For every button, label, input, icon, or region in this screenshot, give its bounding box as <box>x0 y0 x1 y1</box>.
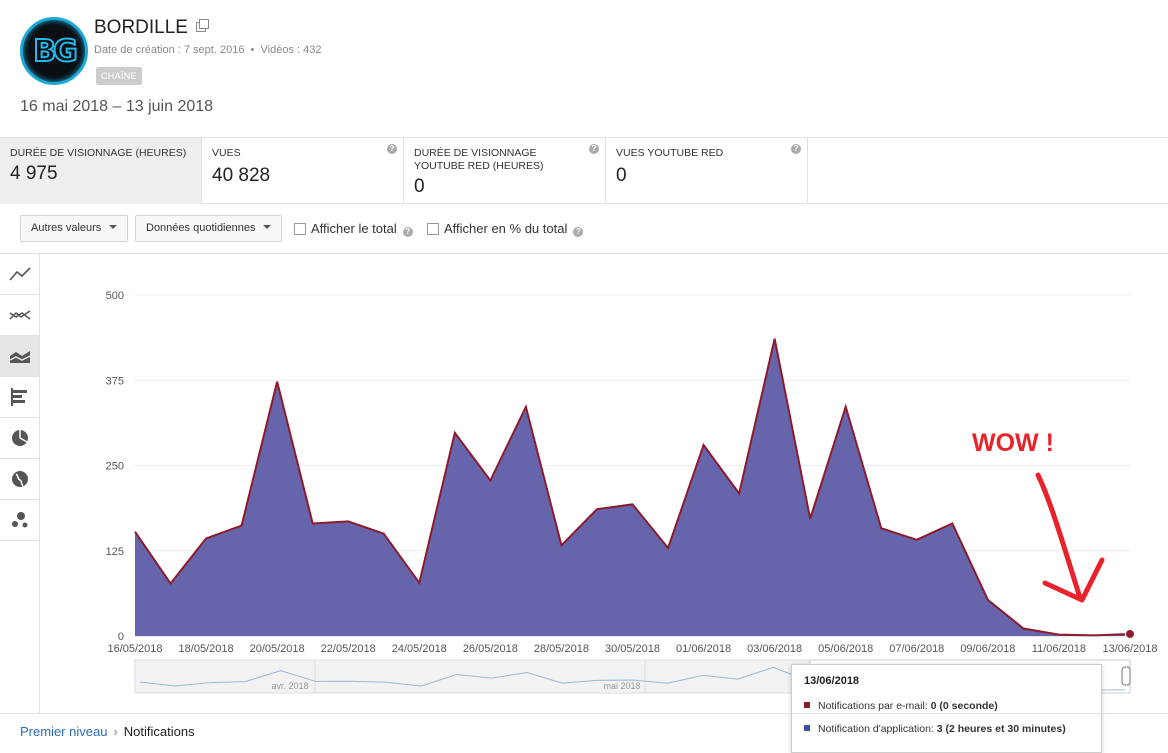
breadcrumb-root-link[interactable]: Premier niveau <box>20 724 107 739</box>
tooltip-email-value: 0 (0 seconde) <box>930 700 998 712</box>
data-point <box>1125 628 1135 639</box>
x-tick-label: 28/05/2018 <box>534 643 589 655</box>
data-points <box>1125 628 1135 639</box>
x-tick-label: 11/06/2018 <box>1032 643 1086 655</box>
x-tick-label: 07/06/2018 <box>889 643 944 655</box>
breadcrumb-current: Notifications <box>123 724 195 739</box>
tooltip-row-email: Notifications par e-mail: 0 (0 seconde) <box>804 700 1089 712</box>
wow-annotation: WOW ! <box>972 429 1054 457</box>
x-tick-label: 05/06/2018 <box>818 643 873 655</box>
chart-tooltip: 13/06/2018 Notifications par e-mail: 0 (… <box>791 664 1102 753</box>
x-tick-label: 24/05/2018 <box>392 643 447 655</box>
x-tick-label: 03/06/2018 <box>747 643 802 655</box>
y-tick-label: 0 <box>118 631 124 643</box>
breadcrumb: Premier niveau › Notifications <box>20 724 195 739</box>
x-tick-label: 26/05/2018 <box>463 643 518 655</box>
x-tick-label: 20/05/2018 <box>250 643 305 655</box>
x-tick-label: 18/05/2018 <box>179 643 234 655</box>
x-tick-label: 30/05/2018 <box>605 643 660 655</box>
x-tick-label: 22/05/2018 <box>321 643 376 655</box>
chart-bottom-divider <box>0 713 1168 714</box>
tooltip-row-app: Notification d'application: 3 (2 heures … <box>804 723 1089 735</box>
x-tick-label: 09/06/2018 <box>960 643 1015 655</box>
y-tick-label: 375 <box>106 375 124 387</box>
breadcrumb-separator: › <box>113 724 118 739</box>
x-tick-label: 01/06/2018 <box>676 643 731 655</box>
y-tick-label: 250 <box>106 461 124 473</box>
x-axis: 16/05/2018 18/05/2018 20/05/2018 22/05/2018… <box>107 643 1157 655</box>
x-tick-label: 16/05/2018 <box>107 643 162 655</box>
y-tick-label: 500 <box>106 290 124 302</box>
tooltip-app-value: 3 (2 heures et 30 minutes) <box>936 723 1066 735</box>
tooltip-app-label: Notification d'application: <box>818 723 937 735</box>
y-axis: 0 125 250 375 500 <box>106 290 124 643</box>
navigator-label: mai 2018 <box>603 681 640 691</box>
navigator-label: avr. 2018 <box>271 681 308 691</box>
y-tick-label: 125 <box>106 546 124 558</box>
area-chart: 0 125 250 375 500 16/05/2018 18/05/2018 20/05/… <box>106 290 1158 694</box>
navigator-handle <box>1121 666 1131 686</box>
tooltip-date: 13/06/2018 <box>804 675 860 687</box>
tooltip-email-label: Notifications par e-mail: <box>818 700 931 712</box>
app-swatch <box>804 725 810 731</box>
email-swatch <box>804 702 810 708</box>
app-notifications-area <box>135 338 1130 636</box>
annotation-arrow <box>1035 472 1083 601</box>
x-tick-label: 13/06/2018 <box>1102 643 1157 655</box>
